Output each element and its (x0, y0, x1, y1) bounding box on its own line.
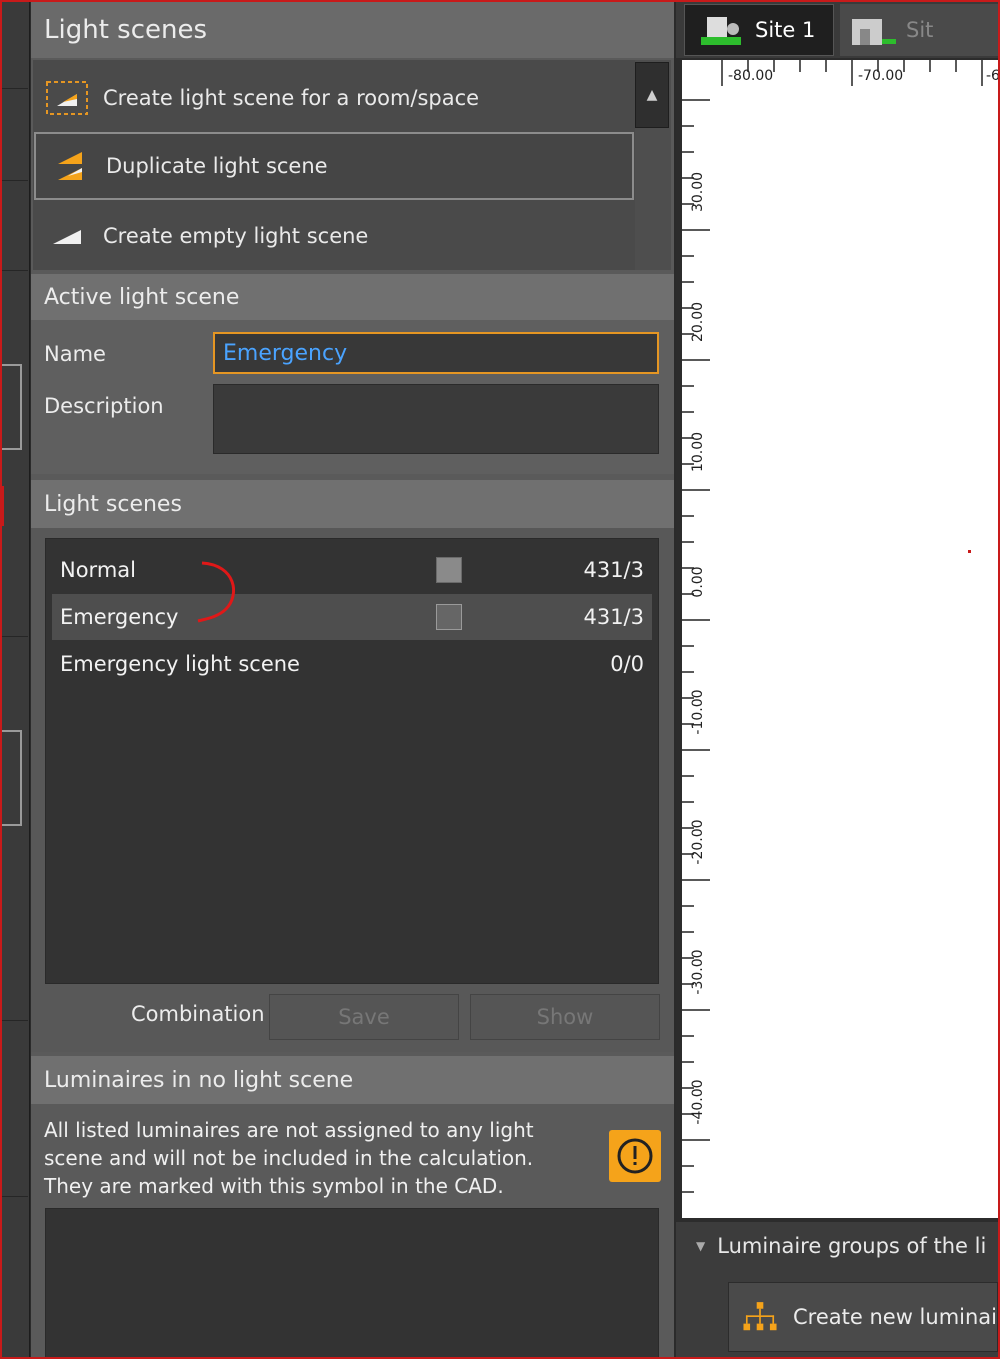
create-luminaire-group-button[interactable]: Create new luminai (728, 1282, 998, 1352)
scene-checkbox[interactable] (436, 557, 462, 583)
cad-tabs: Site 1 Sit (676, 2, 1000, 58)
combination-label: Combination (131, 1002, 265, 1026)
left-sidebar-strip (0, 0, 30, 1359)
groups-header[interactable]: ▼ Luminaire groups of the li (696, 1234, 986, 1258)
unassigned-luminaires-section: All listed luminaires are not assigned t… (31, 1104, 674, 1359)
active-scene-header: Active light scene (31, 274, 674, 320)
scene-count: 431/3 (583, 558, 644, 582)
groups-title: Luminaire groups of the li (717, 1234, 987, 1258)
scene-name: Emergency light scene (60, 652, 300, 676)
unassigned-info-text: All listed luminaires are not assigned t… (44, 1116, 564, 1200)
y-tick-label: 0.00 (690, 566, 706, 598)
strip-divider (0, 1196, 28, 1197)
hierarchy-icon (743, 1302, 777, 1331)
x-tick-label: -80.00 (728, 68, 774, 84)
vertical-ruler (682, 99, 710, 1193)
info-line: All listed luminaires are not assigned t… (44, 1118, 534, 1142)
tab-label: Site 1 (755, 18, 816, 42)
action-label: Duplicate light scene (106, 154, 328, 178)
scenes-section: Normal 431/3 Emergency 431/3 Emergency l… (31, 528, 674, 1052)
chevron-down-icon: ▼ (696, 1239, 706, 1253)
x-tick-label: -70.00 (858, 68, 904, 84)
chevron-up-icon: ▲ (646, 87, 658, 103)
action-label: Create light scene for a room/space (103, 86, 480, 110)
y-tick-label: 30.00 (690, 171, 706, 213)
action-label: Create empty light scene (103, 224, 369, 248)
scene-checkbox[interactable] (436, 604, 462, 630)
luminaire-groups-panel: ▼ Luminaire groups of the li Create new … (676, 1222, 998, 1359)
scene-row-emergency[interactable]: Emergency 431/3 (52, 594, 652, 640)
room-scene-icon (45, 80, 89, 116)
y-tick-label: -10.00 (690, 689, 706, 735)
scenes-list-header: Light scenes (31, 480, 674, 528)
create-empty-scene-button[interactable]: Create empty light scene (33, 202, 635, 270)
y-tick-label: -40.00 (690, 1079, 706, 1125)
scene-name: Emergency (60, 605, 179, 629)
x-tick-label: -6 (986, 68, 998, 84)
warning-icon (609, 1130, 661, 1182)
strip-divider (0, 636, 28, 637)
create-group-label: Create new luminai (793, 1305, 997, 1329)
y-tick-label: -30.00 (690, 949, 706, 995)
strip-divider (0, 1020, 28, 1021)
scene-count: 0/0 (610, 652, 644, 676)
duplicate-scene-button[interactable]: Duplicate light scene (34, 132, 634, 200)
cad-pane: Site 1 Sit -80.00 -70.00 -6 30.00 20.00 10… (676, 2, 1000, 1359)
empty-scene-icon (45, 218, 89, 254)
tab-site-2[interactable]: Sit (840, 4, 1000, 56)
cad-canvas[interactable]: -80.00 -70.00 -6 30.00 20.00 10.00 0.00 -10.… (682, 60, 998, 1218)
name-input[interactable]: Emergency (213, 332, 659, 374)
create-scene-for-room-button[interactable]: Create light scene for a room/space (33, 64, 635, 132)
unassigned-luminaires-list (45, 1208, 659, 1359)
building-icon (852, 19, 896, 45)
info-line: They are marked with this symbol in the … (44, 1174, 504, 1198)
site-icon (701, 17, 741, 45)
strip-tab[interactable] (2, 364, 22, 450)
strip-red-marker (0, 486, 4, 526)
name-label: Name (44, 342, 106, 366)
strip-divider (0, 270, 28, 271)
scene-row-normal[interactable]: Normal 431/3 (52, 547, 652, 593)
strip-divider (0, 180, 28, 181)
scene-row-emergency-light-scene[interactable]: Emergency light scene 0/0 (52, 641, 652, 687)
description-label: Description (44, 394, 164, 418)
strip-tab[interactable] (2, 730, 22, 826)
y-tick-label: 20.00 (690, 301, 706, 343)
info-line: scene and will not be included in the ca… (44, 1146, 534, 1170)
unassigned-luminaires-header: Luminaires in no light scene (31, 1056, 674, 1104)
scene-count: 431/3 (583, 605, 644, 629)
scene-name: Normal (60, 558, 136, 582)
light-scenes-panel: Light scenes Create light scene for a ro… (31, 2, 674, 1359)
strip-divider (0, 88, 28, 89)
red-annotation-bracket (197, 561, 235, 623)
panel-title: Light scenes (31, 2, 674, 58)
scroll-up-button[interactable]: ▲ (635, 62, 669, 128)
description-input[interactable] (213, 384, 659, 454)
y-tick-label: 10.00 (690, 431, 706, 473)
action-list: Create light scene for a room/space Dupl… (33, 60, 635, 270)
tab-site-1[interactable]: Site 1 (684, 4, 834, 56)
show-button[interactable]: Show (470, 994, 660, 1040)
cad-origin-dot (968, 550, 971, 553)
duplicate-scene-icon (48, 148, 92, 184)
save-button[interactable]: Save (269, 994, 459, 1040)
scene-list: Normal 431/3 Emergency 431/3 Emergency l… (45, 538, 659, 984)
y-tick-label: -20.00 (690, 819, 706, 865)
tab-label: Sit (906, 18, 934, 42)
active-scene-form: Name Emergency Description (31, 320, 674, 474)
